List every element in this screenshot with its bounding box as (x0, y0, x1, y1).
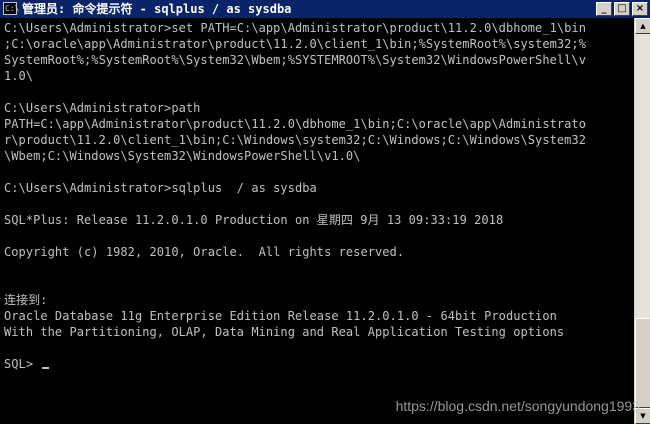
title-bar[interactable]: C:\ 管理员: 命令提示符 - sqlplus / as sysdba _ □… (0, 0, 650, 18)
vertical-scrollbar[interactable]: ▲ ▼ (634, 18, 650, 424)
cmd-app-icon[interactable]: C:\ (3, 2, 19, 15)
console-line: C:\Users\Administrator>sqlplus / as sysd… (4, 181, 317, 195)
console-line: ;C:\oracle\app\Administrator\product\11.… (4, 37, 586, 51)
console-line: PATH=C:\app\Administrator\product\11.2.0… (4, 117, 586, 131)
console-line: C:\Users\Administrator>path (4, 101, 201, 115)
watermark-text: https://blog.csdn.net/songyundong1993 (395, 398, 640, 414)
text-cursor (42, 367, 50, 369)
console-line: 1.0\ (4, 69, 34, 83)
scroll-thumb[interactable] (635, 318, 650, 408)
console-line: Oracle Database 11g Enterprise Edition R… (4, 309, 557, 323)
close-button[interactable]: × (632, 2, 648, 16)
sql-prompt: SQL> (4, 357, 41, 371)
console-line: C:\Users\Administrator>set PATH=C:\app\A… (4, 21, 586, 35)
console-line: With the Partitioning, OLAP, Data Mining… (4, 325, 565, 339)
window-controls: _ □ × (596, 2, 648, 16)
sql-prompt-line[interactable]: SQL> (4, 356, 632, 372)
console-line: r\product\11.2.0\client_1\bin;C:\Windows… (4, 133, 586, 147)
console-line: Copyright (c) 1982, 2010, Oracle. All ri… (4, 245, 405, 259)
console-line: SystemRoot%;%SystemRoot%\System32\Wbem;%… (4, 53, 586, 67)
scroll-up-button[interactable]: ▲ (635, 18, 650, 34)
maximize-button[interactable]: □ (614, 2, 630, 16)
minimize-button[interactable]: _ (596, 2, 612, 16)
console-line: \Wbem;C:\Windows\System32\WindowsPowerSh… (4, 149, 361, 163)
command-prompt-window: C:\ 管理员: 命令提示符 - sqlplus / as sysdba _ □… (0, 0, 650, 424)
console-line: SQL*Plus: Release 11.2.0.1.0 Production … (4, 213, 504, 227)
console-output[interactable]: C:\Users\Administrator>set PATH=C:\app\A… (4, 20, 632, 424)
window-title: 管理员: 命令提示符 - sqlplus / as sysdba (22, 2, 292, 16)
console-line: 连接到: (4, 293, 48, 307)
